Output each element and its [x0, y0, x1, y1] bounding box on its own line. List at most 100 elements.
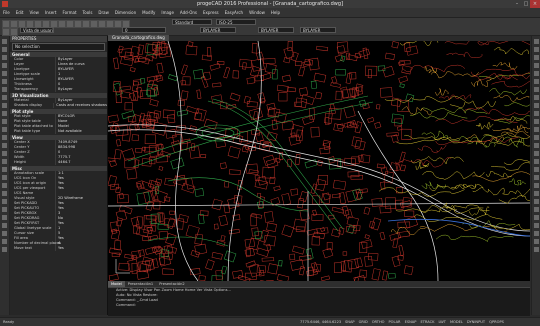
menu-express[interactable]: Express [200, 8, 222, 17]
fillet-tool-icon[interactable] [2, 183, 7, 188]
toggle-snap[interactable]: SNAP [345, 320, 355, 324]
layer-icon[interactable] [2, 28, 10, 36]
settings-tool-icon[interactable] [2, 247, 7, 252]
toggle-grid[interactable]: GRID [359, 320, 368, 324]
zoom-in-icon[interactable] [534, 127, 539, 132]
circle-tool-icon[interactable] [2, 55, 7, 60]
property-value[interactable]: 4464.7 [56, 160, 107, 165]
menu-window[interactable]: Window [246, 8, 268, 17]
open-icon[interactable] [10, 20, 18, 28]
attach-image-icon[interactable] [534, 223, 539, 228]
menu-tools[interactable]: Tools [80, 8, 96, 17]
property-row[interactable]: Move text Yes [10, 246, 107, 251]
toggle-dyninput[interactable]: DYNINPUT [467, 320, 485, 324]
osnap-tool-icon[interactable] [2, 231, 7, 236]
layer-select[interactable]: 0 [122, 27, 166, 33]
menu-help[interactable]: Help [268, 8, 283, 17]
menu-view[interactable]: View [26, 8, 42, 17]
menu-format[interactable]: Format [59, 8, 79, 17]
zoom-icon[interactable] [82, 20, 90, 28]
toggle-qprops[interactable]: QPROPS [489, 320, 504, 324]
orbit-icon[interactable] [534, 71, 539, 76]
layer-tool-icon[interactable] [2, 215, 7, 220]
area-icon[interactable] [534, 175, 539, 180]
property-value[interactable]: Casts and receives shadows [54, 103, 107, 108]
lineweight-select[interactable]: BYLAYER [258, 27, 294, 33]
zoom-previous-icon[interactable] [534, 151, 539, 156]
line-tool-icon[interactable] [2, 39, 7, 44]
polyline-tool-icon[interactable] [2, 47, 7, 52]
dim-style-select[interactable]: ISO-25 [216, 19, 256, 25]
property-row[interactable]: Plot table type Not available [10, 129, 107, 134]
toggle-etrack[interactable]: ETRACK [420, 320, 434, 324]
offset-tool-icon[interactable] [2, 151, 7, 156]
menu-image[interactable]: Image [158, 8, 177, 17]
move-tool-icon[interactable] [2, 103, 7, 108]
named-views-icon[interactable] [534, 103, 539, 108]
view-iso-icon[interactable] [534, 63, 539, 68]
drawing-canvas[interactable] [108, 41, 530, 281]
tool-palette-icon[interactable] [534, 239, 539, 244]
rotate-tool-icon[interactable] [2, 119, 7, 124]
mirror-tool-icon[interactable] [2, 159, 7, 164]
block-tool-icon[interactable] [2, 95, 7, 100]
command-window[interactable]: Active: Display Visor Pan Zoom Home Home… [108, 287, 530, 316]
chamfer-tool-icon[interactable] [2, 191, 7, 196]
shade-icon[interactable] [534, 79, 539, 84]
help-icon[interactable] [534, 247, 539, 252]
explode-tool-icon[interactable] [2, 175, 7, 180]
properties-icon[interactable] [106, 20, 114, 28]
linetype-select[interactable]: BYLAYER [200, 27, 236, 33]
layers-icon[interactable] [114, 20, 122, 28]
view-side-icon[interactable] [534, 55, 539, 60]
toggle-ortho[interactable]: ORTHO [372, 320, 385, 324]
zoom-all-icon[interactable] [534, 143, 539, 148]
property-value[interactable]: Not available [56, 129, 107, 134]
plot-icon[interactable] [534, 199, 539, 204]
property-row[interactable]: Transparency ByLayer [10, 87, 107, 92]
wireframe-icon[interactable] [534, 87, 539, 92]
zoom-window-icon[interactable] [90, 20, 98, 28]
toggle-esnap[interactable]: ESNAP [405, 320, 417, 324]
toggle-model[interactable]: MODEL [450, 320, 463, 324]
image-tool-icon[interactable] [2, 223, 7, 228]
command-line[interactable]: Command: [108, 303, 530, 308]
menu-edit[interactable]: Edit [13, 8, 27, 17]
toggle-lwt[interactable]: LWT [439, 320, 446, 324]
render-tool-icon[interactable] [2, 239, 7, 244]
toggle-polar[interactable]: POLAR [389, 320, 401, 324]
property-value[interactable]: Yes [56, 246, 107, 251]
zoom-extents-icon[interactable] [98, 20, 106, 28]
trim-tool-icon[interactable] [2, 135, 7, 140]
new-icon[interactable] [2, 20, 10, 28]
close-icon[interactable]: × [530, 0, 540, 8]
menu-addons[interactable]: Add-Ons [177, 8, 200, 17]
export-icon[interactable] [534, 207, 539, 212]
regen-icon[interactable] [534, 111, 539, 116]
xref-icon[interactable] [534, 215, 539, 220]
ucs-icon[interactable] [534, 95, 539, 100]
scale-tool-icon[interactable] [2, 127, 7, 132]
redo-icon[interactable] [66, 20, 74, 28]
text-tool-icon[interactable] [2, 87, 7, 92]
distance-icon[interactable] [534, 167, 539, 172]
copy-tool-icon[interactable] [2, 111, 7, 116]
property-value[interactable]: ByLayer [56, 87, 107, 92]
erase-tool-icon[interactable] [2, 167, 7, 172]
text-style-select[interactable]: Standard [172, 19, 212, 25]
list-icon[interactable] [534, 183, 539, 188]
color-select[interactable]: BYLAYER [300, 27, 336, 33]
rectangle-tool-icon[interactable] [2, 71, 7, 76]
view-front-icon[interactable] [534, 47, 539, 52]
menu-file[interactable]: File [0, 8, 13, 17]
arc-tool-icon[interactable] [2, 63, 7, 68]
menu-modify[interactable]: Modify [139, 8, 158, 17]
selection-select[interactable]: No selection [12, 43, 105, 51]
dimension-tool-icon[interactable] [2, 199, 7, 204]
menu-easyarch[interactable]: EasyArch [222, 8, 246, 17]
layer-state-icon[interactable] [10, 28, 18, 36]
extend-tool-icon[interactable] [2, 143, 7, 148]
redraw-icon[interactable] [534, 119, 539, 124]
pan-realtime-icon[interactable] [534, 159, 539, 164]
view-name-select[interactable]: Vista de usuario [20, 27, 54, 33]
